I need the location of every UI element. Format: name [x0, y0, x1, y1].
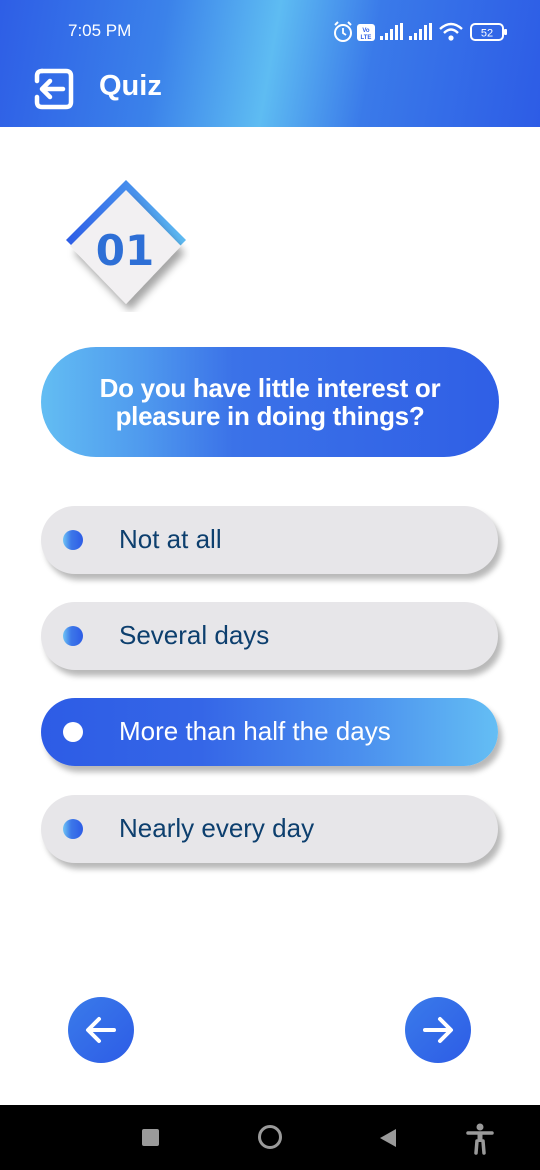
next-question-button[interactable] [405, 997, 471, 1063]
question-number: 01 [96, 226, 154, 275]
radio-dot-icon [63, 819, 83, 839]
svg-text:LTE: LTE [361, 35, 372, 41]
option-label: More than half the days [119, 716, 391, 746]
question-number-badge: 01 [60, 180, 190, 312]
question-banner: Do you have little interest or pleasure … [41, 347, 499, 457]
battery-icon: 52 [470, 23, 507, 41]
back-button[interactable] [30, 66, 76, 112]
status-time: 7:05 PM [68, 21, 132, 40]
back-triangle-icon[interactable] [379, 1128, 397, 1148]
radio-dot-icon [63, 530, 83, 550]
alarm-icon [334, 21, 352, 42]
previous-question-button[interactable] [68, 997, 134, 1063]
option-label: Nearly every day [119, 813, 315, 843]
option-label: Several days [119, 620, 270, 650]
radio-dot-icon [63, 722, 83, 742]
accessibility-icon[interactable] [466, 1123, 494, 1155]
volte-icon: Vo LTE [357, 24, 375, 41]
diamond-badge: 01 [66, 180, 186, 304]
status-bar: 7:05 PM Vo LTE 52 [0, 0, 540, 62]
page-title: Quiz [99, 70, 162, 102]
option-several-days[interactable]: Several days [41, 602, 498, 670]
home-circle-icon[interactable] [258, 1125, 282, 1149]
battery-level: 52 [481, 28, 493, 40]
app-header: 7:05 PM Vo LTE 52 Quiz [0, 0, 540, 127]
exit-arrow-icon [34, 68, 74, 110]
option-nearly-every-day[interactable]: Nearly every day [41, 795, 498, 863]
signal-icon [380, 23, 403, 40]
option-more-than-half-the-days[interactable]: More than half the days [41, 698, 498, 766]
signal-icon [409, 23, 432, 40]
arrow-left-icon [86, 1017, 116, 1043]
recents-square-icon[interactable] [142, 1129, 159, 1146]
status-icons: Vo LTE 52 [334, 21, 507, 42]
svg-text:Vo: Vo [362, 28, 370, 34]
wifi-icon [439, 22, 463, 41]
option-not-at-all[interactable]: Not at all [41, 506, 498, 574]
option-label: Not at all [119, 524, 222, 554]
radio-dot-icon [63, 626, 83, 646]
arrow-right-icon [423, 1017, 453, 1043]
question-text: Do you have little interest or pleasure … [99, 373, 441, 431]
system-nav-bar [0, 1105, 540, 1170]
